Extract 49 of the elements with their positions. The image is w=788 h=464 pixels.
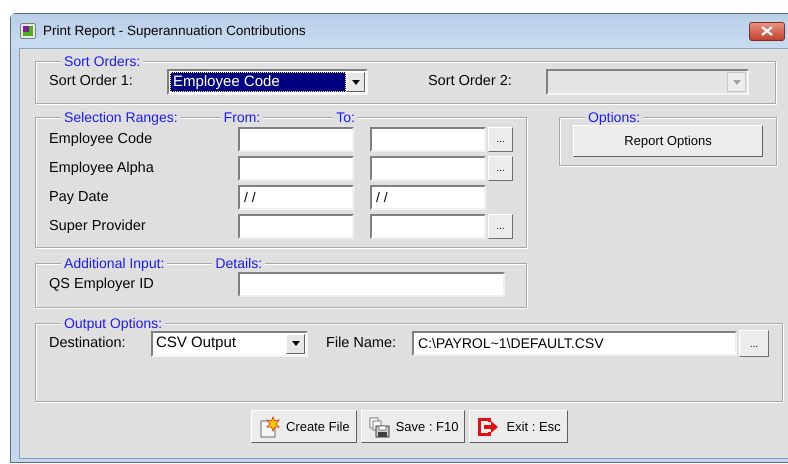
browse-button[interactable]: ... [488,127,513,152]
action-button[interactable]: Save : F10 [360,410,466,443]
group-label: Selection Ranges: [61,110,181,124]
from-field[interactable] [238,214,354,239]
from-field[interactable]: / / [238,185,354,210]
field-label: Employee Alpha [49,158,155,178]
field-label: File Name: [326,334,398,353]
field-label: QS Employer ID [49,274,155,294]
field-label: Sort Order 2: [428,72,513,92]
group-label: Output Options: [61,316,166,330]
dropdown[interactable]: Employee Code [167,69,368,95]
from-field[interactable] [238,156,354,181]
file-name-field[interactable]: C:\PAYROL~1\DEFAULT.CSV [412,331,737,356]
field-label: Employee Code [49,130,154,149]
close-button[interactable] [749,22,785,40]
group-label: Additional Input: [61,256,168,270]
browse-button[interactable]: ... [739,330,769,357]
field-label: Pay Date [49,188,110,207]
app-icon [20,23,36,39]
dropdown-arrow-icon [732,80,740,84]
dropdown-arrow-icon [292,341,300,346]
group-label: To: [333,110,358,124]
action-button[interactable]: Exit : Esc [469,410,568,443]
field-label: Sort Order 1: [49,72,134,92]
dropdown-value: CSV Output [156,333,236,354]
close-icon [761,26,773,36]
dropdown[interactable]: CSV Output [151,330,308,356]
exit-icon [476,416,500,438]
dropdown-value: Employee Code [173,72,280,92]
from-field[interactable] [238,127,354,152]
to-field[interactable] [370,156,486,181]
group-label: Options: [585,110,644,124]
to-field[interactable] [370,214,486,239]
action-button[interactable]: Create File [251,410,357,443]
group-label: Sort Orders: [61,54,144,68]
floppy-disk-icon [368,416,390,438]
to-field[interactable]: / / [370,185,486,210]
new-document-icon [258,416,280,438]
browse-button[interactable]: ... [488,214,513,239]
report-options-button[interactable]: Report Options [573,125,763,157]
window-title: Print Report - Superannuation Contributions [43,22,306,40]
to-field[interactable] [370,127,486,152]
details-field[interactable] [238,272,505,297]
field-label: Destination: [49,334,127,353]
browse-button[interactable]: ... [488,156,513,181]
group-label: From: [220,110,264,124]
dropdown-arrow-icon [352,80,360,84]
field-label: Super Provider [49,216,147,236]
group-label: Details: [212,256,266,270]
